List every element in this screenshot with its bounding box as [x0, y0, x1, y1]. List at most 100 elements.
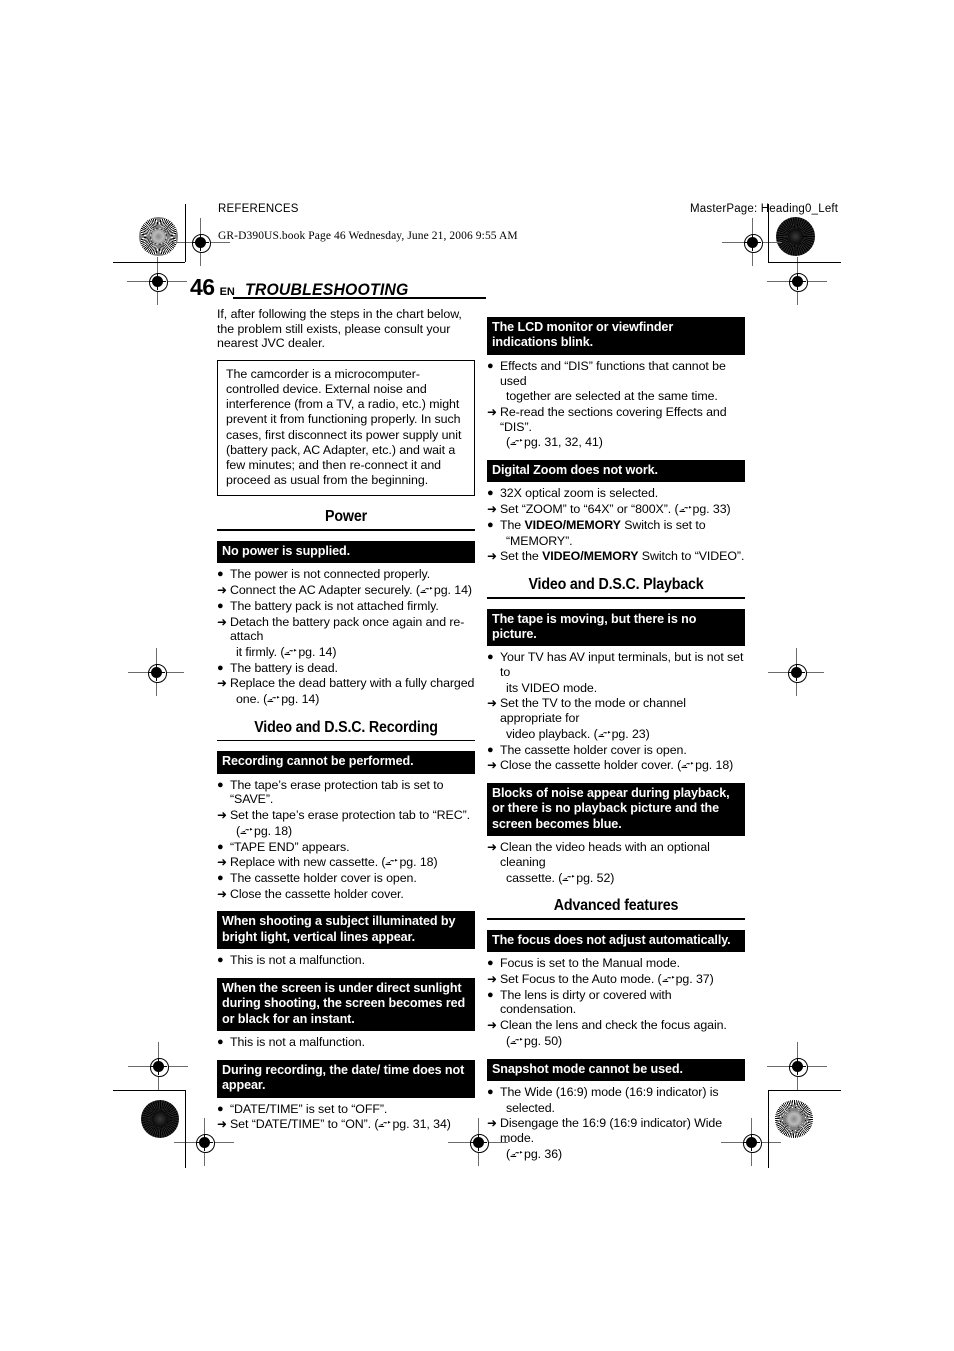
symptom-cause-item: ● Your TV has AV input terminals, but is … — [487, 650, 745, 679]
symptom-item-list: ● Focus is set to the Manual mode. ➜ Set Fo… — [487, 956, 745, 1048]
symptom-action-item: ➜ Detach the battery pack once again and … — [217, 615, 475, 644]
troubleshooting-section: Video and D.S.C. Playback The tape is mov… — [487, 576, 745, 885]
arrow-marker: ➜ — [217, 808, 227, 823]
page-reference-icon — [510, 1037, 523, 1046]
page-reference-icon — [662, 975, 675, 984]
trim-rule-vertical-right-bottom — [768, 1090, 769, 1168]
symptom-cause-item: ● The Wide (16:9) mode (16:9 indicator) i… — [487, 1085, 745, 1100]
item-text: The battery pack is not attached firmly. — [230, 598, 439, 613]
symptom-item-continuation: video playback. (pg. 23) — [487, 727, 745, 742]
page-title-underline — [233, 297, 486, 299]
arrow-marker: ➜ — [487, 549, 497, 564]
item-text: This is not a malfunction. — [230, 953, 365, 968]
page-reference-icon — [510, 438, 523, 447]
item-text: The cassette holder cover is open. — [500, 742, 687, 757]
symptom-cause-item: ● The lens is dirty or covered with conde… — [487, 988, 745, 1017]
symptom-header: When the screen is under direct sunlight… — [217, 977, 475, 1032]
section-heading: Video and D.S.C. Playback — [528, 575, 704, 593]
item-text: The lens is dirty or covered with conden… — [500, 987, 672, 1017]
arrow-marker: ➜ — [217, 614, 227, 629]
symptom-item-list: ● The tape’s erase protection tab is set … — [217, 778, 475, 902]
symptom-cause-item: ● 32X optical zoom is selected. — [487, 486, 745, 501]
symptom-item-list: ● The Wide (16:9) mode (16:9 indicator) i… — [487, 1085, 745, 1162]
symptom-cause-item: ● The cassette holder cover is open. — [487, 743, 745, 758]
trim-rule-top-left — [113, 262, 185, 263]
symptom-cause-item: ● This is not a malfunction. — [217, 1035, 475, 1050]
symptom-cause-item: ● “TAPE END” appears. — [217, 840, 475, 855]
item-text: Set the TV to the mode or channel approp… — [500, 696, 686, 726]
page-reference: pg. 18 — [681, 758, 729, 772]
bullet-marker: ● — [487, 359, 494, 372]
section-heading: Power — [325, 508, 367, 526]
symptom-header: The LCD monitor or viewfinder indication… — [487, 317, 745, 355]
symptom-item-continuation: (pg. 36) — [487, 1147, 745, 1162]
symptom-header: During recording, the date/ time does no… — [217, 1059, 475, 1098]
bullet-marker: ● — [217, 954, 224, 967]
bullet-marker: ● — [487, 487, 494, 500]
item-text: Re-read the sections covering Effects an… — [500, 404, 727, 434]
page-reference: pg. 33 — [679, 502, 727, 516]
item-text: The power is not connected properly. — [230, 567, 431, 582]
page-reference: pg. 50 — [510, 1034, 558, 1048]
item-text: it firmly. (pg. 14) — [236, 644, 337, 659]
page-reference-icon — [284, 648, 297, 657]
arrow-marker: ➜ — [217, 855, 227, 870]
bullet-marker: ● — [217, 840, 224, 853]
symptom-cause-item: ● The power is not connected properly. — [217, 567, 475, 582]
item-text: Clean the lens and check the focus again… — [500, 1018, 727, 1033]
left-column: If, after following the steps in the cha… — [217, 307, 475, 1132]
item-text: Detach the battery pack once again and r… — [230, 614, 465, 644]
arrow-marker: ➜ — [487, 1018, 497, 1033]
symptom-action-item: ➜ Close the cassette holder cover. — [217, 887, 475, 902]
arrow-marker: ➜ — [217, 886, 227, 901]
symptom-item-list: ● Effects and “DIS” functions that cannot… — [487, 359, 745, 450]
symptom-cause-item: ● The tape’s erase protection tab is set … — [217, 778, 475, 807]
page-number: 46 — [190, 274, 215, 300]
page-reference-icon — [679, 505, 692, 514]
troubleshooting-section: Power No power is supplied. ● The power is … — [217, 508, 475, 706]
symptom-item-list: ● The power is not connected properly. ➜ Co… — [217, 567, 475, 706]
symptom-cause-item: ● This is not a malfunction. — [217, 953, 475, 968]
symptom-cause-item: ● Effects and “DIS” functions that cannot… — [487, 359, 745, 388]
symptom-action-item: ➜ Set the TV to the mode or channel appro… — [487, 696, 745, 725]
note-box: The camcorder is a microcomputer-control… — [217, 359, 475, 497]
page-reference-icon — [420, 586, 433, 595]
symptom-header: Blocks of noise appear during playback, … — [487, 782, 745, 837]
symptom-header: The tape is moving, but there is no pict… — [487, 608, 745, 647]
symptom-action-item: ➜ Connect the AC Adapter securely. (pg. 1… — [217, 583, 475, 598]
item-text: The VIDEO/MEMORY Switch is set to — [500, 517, 706, 532]
symptom-item-continuation: it firmly. (pg. 14) — [217, 645, 475, 660]
arrow-marker: ➜ — [217, 583, 227, 598]
page-reference-icon — [240, 827, 253, 836]
item-text: The Wide (16:9) mode (16:9 indicator) is — [500, 1084, 719, 1099]
registration-cross-mid-left — [128, 648, 184, 696]
troubleshooting-section: Advanced features The focus does not adju… — [487, 897, 745, 1161]
page-reference-icon — [598, 730, 611, 739]
item-text: Replace the dead battery with a fully ch… — [230, 676, 475, 691]
arrow-marker: ➜ — [487, 972, 497, 987]
symptom-item-continuation: (pg. 18) — [217, 824, 475, 839]
item-text: Disengage the 16:9 (16:9 indicator) Wide… — [500, 1116, 723, 1146]
section-heading-rule — [217, 739, 475, 742]
trim-rule-bottom-left — [113, 1090, 185, 1091]
item-text: Set “DATE/TIME” to “ON”. (pg. 31, 34) — [230, 1117, 451, 1132]
symptom-cause-item: ● The VIDEO/MEMORY Switch is set to — [487, 518, 745, 533]
registration-cross-upper-right-inner — [767, 257, 827, 305]
arrow-marker: ➜ — [487, 502, 497, 517]
item-text: “TAPE END” appears. — [230, 839, 350, 854]
symptom-action-item: ➜ Re-read the sections covering Effects a… — [487, 405, 745, 434]
item-text: selected. — [506, 1100, 555, 1115]
right-column-lead-entries: The LCD monitor or viewfinder indication… — [487, 317, 745, 564]
symptom-item-continuation: cassette. (pg. 52) — [487, 871, 745, 886]
section-heading: Advanced features — [553, 897, 679, 915]
page-reference: pg. 18 — [385, 855, 434, 869]
symptom-action-item: ➜ Replace with new cassette. (pg. 18) — [217, 855, 475, 870]
item-text: Your TV has AV input terminals, but is n… — [500, 650, 744, 680]
symptom-cause-item: ● The cassette holder cover is open. — [217, 871, 475, 886]
symptom-header: Digital Zoom does not work. — [487, 460, 745, 483]
item-text: Set Focus to the Auto mode. (pg. 37) — [500, 972, 714, 987]
header-book-file-line: GR-D390US.book Page 46 Wednesday, June 2… — [218, 230, 518, 242]
item-text: Clean the video heads with an optional c… — [500, 840, 710, 869]
item-text: Set the VIDEO/MEMORY Switch to “VIDEO”. — [500, 549, 745, 564]
item-text: Focus is set to the Manual mode. — [500, 956, 680, 971]
